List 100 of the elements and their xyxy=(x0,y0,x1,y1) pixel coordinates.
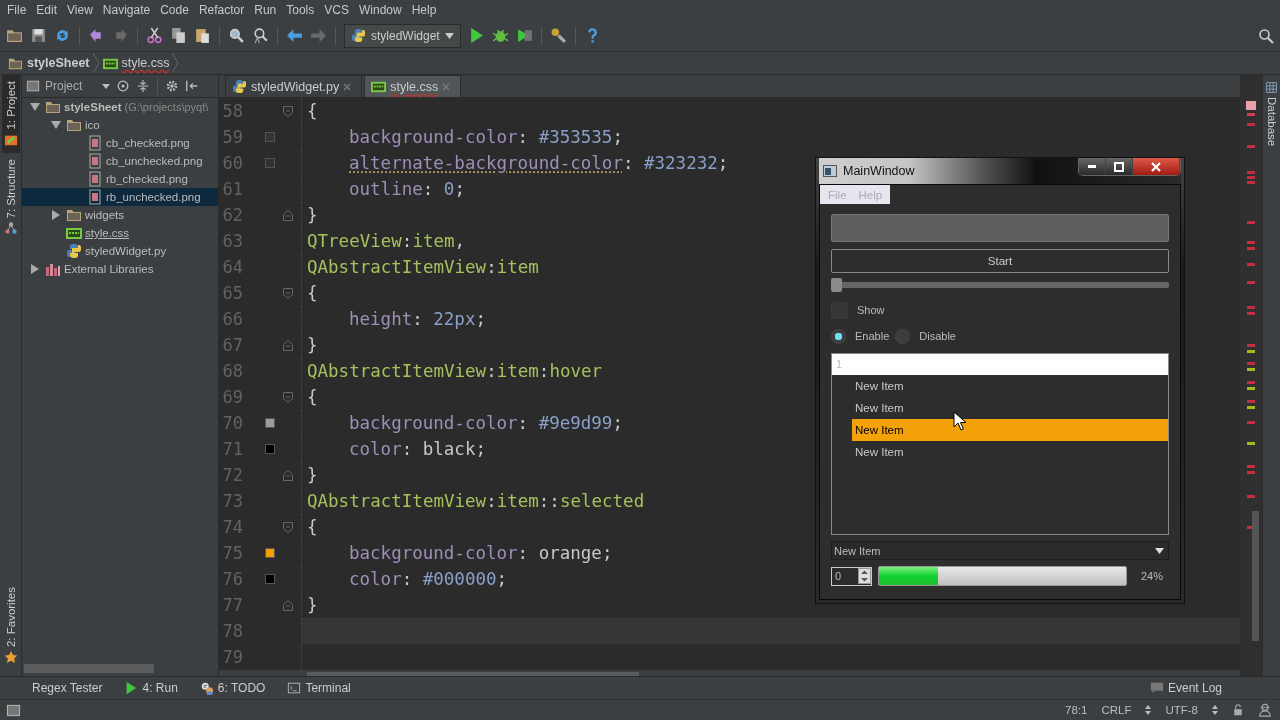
list-item[interactable]: New Item xyxy=(852,397,1168,419)
tool-window-tab[interactable]: 1: Project xyxy=(1,75,20,153)
menu-item[interactable]: Code xyxy=(155,3,194,17)
breadcrumb-item[interactable]: styleSheet xyxy=(8,55,90,71)
search-icon[interactable] xyxy=(1258,27,1274,44)
inspector-icon[interactable] xyxy=(1258,703,1272,717)
collapsed-arrow-icon[interactable] xyxy=(51,210,61,220)
list-item[interactable]: New Item xyxy=(852,419,1168,441)
hide-panel-icon[interactable] xyxy=(185,79,199,93)
fold-icon[interactable] xyxy=(283,287,293,299)
tree-item[interactable]: styleSheet (G:\projects\pyqt\ xyxy=(22,98,218,116)
close-icon[interactable] xyxy=(343,82,352,91)
fold-icon[interactable] xyxy=(283,209,293,221)
menu-item[interactable]: Tools xyxy=(281,3,320,17)
sync-icon[interactable] xyxy=(54,27,71,44)
fold-icon[interactable] xyxy=(283,469,293,481)
tool-window-tab[interactable]: 7: Structure xyxy=(1,152,20,242)
replace-icon[interactable] xyxy=(252,27,269,44)
paste-icon[interactable] xyxy=(194,27,211,44)
fold-icon[interactable] xyxy=(283,339,293,351)
encoding-selector[interactable]: UTF-8 xyxy=(1165,704,1198,716)
up-down-arrows-icon[interactable] xyxy=(1145,705,1152,715)
breadcrumb-item[interactable]: style.css xyxy=(102,55,170,71)
coverage-icon[interactable] xyxy=(515,27,533,44)
tree-item[interactable]: styledWidget.py xyxy=(22,242,218,260)
fold-icon[interactable] xyxy=(283,599,293,611)
spin-box[interactable]: 0 xyxy=(831,566,872,586)
tree-item[interactable]: rb_checked.png xyxy=(22,170,218,188)
editor-tab[interactable]: styledWidget.py xyxy=(225,75,363,97)
copy-icon[interactable] xyxy=(170,27,187,44)
target-icon[interactable] xyxy=(116,79,130,93)
tree-item[interactable]: style.css xyxy=(22,224,218,242)
line-number: 62 xyxy=(221,205,243,225)
wrench-icon[interactable] xyxy=(549,27,567,44)
scrollbar-thumb[interactable] xyxy=(24,664,154,673)
line-number: 69 xyxy=(221,387,243,407)
menu-item[interactable]: Refactor xyxy=(193,3,250,17)
expanded-arrow-icon[interactable] xyxy=(51,120,61,130)
line-separator-selector[interactable]: CRLF xyxy=(1101,704,1132,716)
tree-item[interactable]: cb_unchecked.png xyxy=(22,152,218,170)
close-button[interactable] xyxy=(1133,158,1180,175)
tool-window-tab[interactable]: 2: Favorites xyxy=(1,580,20,670)
minimize-icon xyxy=(1088,165,1096,168)
menu-item[interactable]: Edit xyxy=(31,3,63,17)
collapsed-arrow-icon[interactable] xyxy=(30,264,40,274)
open-folder-icon[interactable] xyxy=(6,27,23,44)
slider[interactable] xyxy=(831,278,1169,292)
list-item[interactable]: New Item xyxy=(852,441,1168,463)
tool-window-button[interactable]: Regex Tester xyxy=(32,681,103,695)
tool-window-button[interactable]: 6: TODO xyxy=(199,681,266,695)
menu-item[interactable]: File xyxy=(2,3,32,17)
stepper-icon[interactable] xyxy=(858,568,871,584)
tree-item[interactable]: ico xyxy=(22,116,218,134)
slider-thumb[interactable] xyxy=(831,278,842,292)
tree-item[interactable]: rb_unchecked.png xyxy=(22,188,218,206)
up-down-arrows-icon[interactable] xyxy=(1212,705,1218,715)
maximize-button[interactable] xyxy=(1106,158,1133,175)
scissors-icon[interactable] xyxy=(146,27,163,44)
save-icon[interactable] xyxy=(30,27,47,44)
fold-icon[interactable] xyxy=(283,521,293,533)
tool-windows-icon[interactable] xyxy=(6,702,21,718)
menu-item[interactable]: VCS xyxy=(319,3,354,17)
line-number: 66 xyxy=(221,309,243,329)
lock-icon[interactable] xyxy=(1232,704,1244,716)
code-line: { xyxy=(306,386,318,409)
fold-icon[interactable] xyxy=(283,105,293,117)
search-icon[interactable] xyxy=(228,27,245,44)
list-item[interactable]: New Item xyxy=(852,375,1168,397)
mouse-pointer-icon xyxy=(953,411,966,431)
combo-box[interactable]: New Item xyxy=(831,541,1169,560)
menu-item[interactable]: Window xyxy=(353,3,407,17)
scrollbar-thumb[interactable] xyxy=(1252,511,1259,641)
bug-icon[interactable] xyxy=(491,27,509,44)
line-number: 74 xyxy=(221,517,243,537)
tree-item[interactable]: widgets xyxy=(22,206,218,224)
tool-window-button[interactable]: Terminal xyxy=(287,681,351,695)
fold-icon[interactable] xyxy=(283,391,293,403)
expanded-arrow-icon[interactable] xyxy=(30,102,40,112)
minimize-button[interactable] xyxy=(1079,158,1106,175)
settings-icon[interactable] xyxy=(165,79,179,93)
run-config-dropdown[interactable]: styledWidget xyxy=(344,23,461,48)
back-arrow-icon[interactable] xyxy=(286,27,303,44)
tool-window-button[interactable]: 4: Run xyxy=(124,681,178,695)
collapse-icon[interactable] xyxy=(136,79,150,93)
menu-item[interactable]: View xyxy=(62,3,98,17)
python-file-icon xyxy=(66,243,82,259)
tree-item[interactable]: cb_checked.png xyxy=(22,134,218,152)
tree-item[interactable]: External Libraries xyxy=(22,260,218,278)
view-dropdown[interactable]: Project xyxy=(26,79,110,93)
event-log-button[interactable]: Event Log xyxy=(1149,681,1222,695)
cursor-position[interactable]: 78:1 xyxy=(1065,704,1088,716)
menu-item[interactable]: Help xyxy=(406,3,442,17)
menu-item[interactable]: Navigate xyxy=(97,3,156,17)
radio-button[interactable] xyxy=(831,328,846,344)
tool-window-tab[interactable]: Database xyxy=(1263,75,1280,147)
menu-item[interactable]: Run xyxy=(249,3,282,17)
start-button[interactable]: Start xyxy=(831,249,1169,273)
chat-icon xyxy=(1149,681,1164,695)
text-field[interactable] xyxy=(831,214,1169,242)
editor-tab[interactable]: style.css xyxy=(364,75,462,97)
